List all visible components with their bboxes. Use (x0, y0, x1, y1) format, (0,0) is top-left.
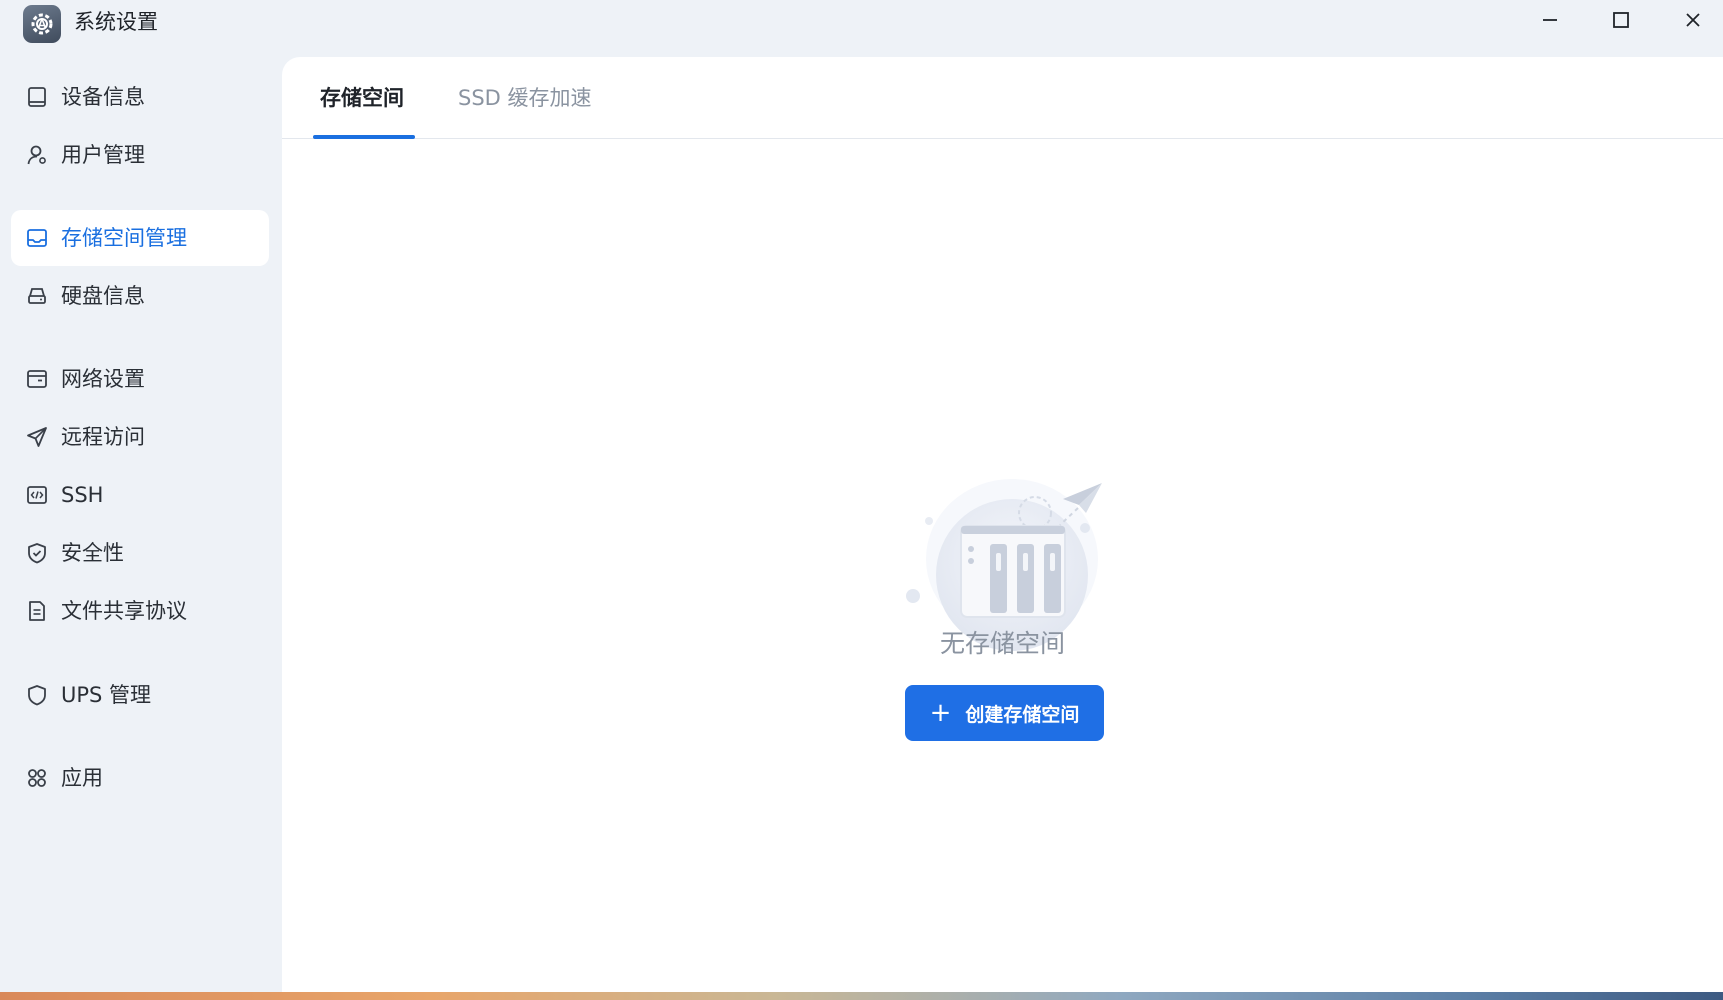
send-icon (25, 425, 49, 449)
empty-state-message: 无存储空间 (939, 629, 1065, 658)
create-storage-button[interactable]: + 创建存储空间 (905, 685, 1104, 741)
tab-storage[interactable]: 存储空间 (320, 83, 404, 113)
sidebar-item-user-management[interactable]: 用户管理 (11, 127, 269, 183)
sidebar-item-security[interactable]: 安全性 (11, 525, 269, 581)
maximize-button[interactable] (1591, 0, 1651, 44)
title-bar: 系统设置 (0, 0, 1723, 46)
tab-ssd-cache[interactable]: SSD 缓存加速 (458, 83, 592, 113)
sidebar-item-label: 应用 (61, 766, 103, 790)
document-icon (25, 599, 49, 623)
apps-icon (25, 766, 49, 790)
sidebar-item-label: 硬盘信息 (61, 284, 145, 308)
sidebar-item-label: 安全性 (61, 541, 124, 565)
close-button[interactable] (1663, 0, 1723, 44)
sidebar-item-label: 网络设置 (61, 367, 145, 391)
window-title: 系统设置 (74, 10, 158, 34)
device-icon (25, 85, 49, 109)
plus-icon: + (929, 698, 952, 728)
tab-bar: 存储空间 SSD 缓存加速 (282, 57, 1723, 139)
sidebar-item-label: 用户管理 (61, 143, 145, 167)
minimize-icon (1541, 11, 1559, 33)
storage-icon (25, 226, 49, 250)
settings-app-icon (23, 5, 61, 43)
create-storage-button-label: 创建存储空间 (965, 703, 1080, 726)
sidebar-item-file-sharing[interactable]: 文件共享协议 (11, 583, 269, 639)
sidebar-item-label: UPS 管理 (61, 683, 152, 707)
user-settings-icon (25, 143, 49, 167)
sidebar-item-label: 设备信息 (61, 85, 145, 109)
sidebar-item-ups-management[interactable]: UPS 管理 (11, 667, 269, 723)
sidebar-item-apps[interactable]: 应用 (11, 750, 269, 806)
minimize-button[interactable] (1520, 0, 1580, 44)
sidebar-item-remote-access[interactable]: 远程访问 (11, 409, 269, 465)
sidebar-item-label: 存储空间管理 (61, 226, 187, 250)
sidebar-item-storage-management[interactable]: 存储空间管理 (11, 210, 269, 266)
sidebar-item-device-info[interactable]: 设备信息 (11, 69, 269, 125)
close-icon (1684, 11, 1702, 33)
sidebar-item-ssh[interactable]: SSH (11, 467, 269, 523)
sidebar-item-label: 远程访问 (61, 425, 145, 449)
code-icon (25, 483, 49, 507)
sidebar-item-label: SSH (61, 483, 104, 507)
sidebar: 设备信息 用户管理 存储空间管理 硬盘信息 网络设置 远程访问 SSH 安全性 … (0, 52, 280, 992)
active-tab-indicator (313, 135, 415, 139)
disk-icon (25, 284, 49, 308)
sidebar-item-label: 文件共享协议 (61, 599, 187, 623)
shield-check-icon (25, 541, 49, 565)
sidebar-item-network-settings[interactable]: 网络设置 (11, 351, 269, 407)
content-panel: 存储空间 SSD 缓存加速 无存储空间 + 创建存储空间 (282, 57, 1723, 992)
desktop-wallpaper-strip (0, 992, 1723, 1000)
sidebar-item-disk-info[interactable]: 硬盘信息 (11, 268, 269, 324)
shield-icon (25, 683, 49, 707)
network-icon (25, 367, 49, 391)
maximize-icon (1612, 11, 1630, 33)
